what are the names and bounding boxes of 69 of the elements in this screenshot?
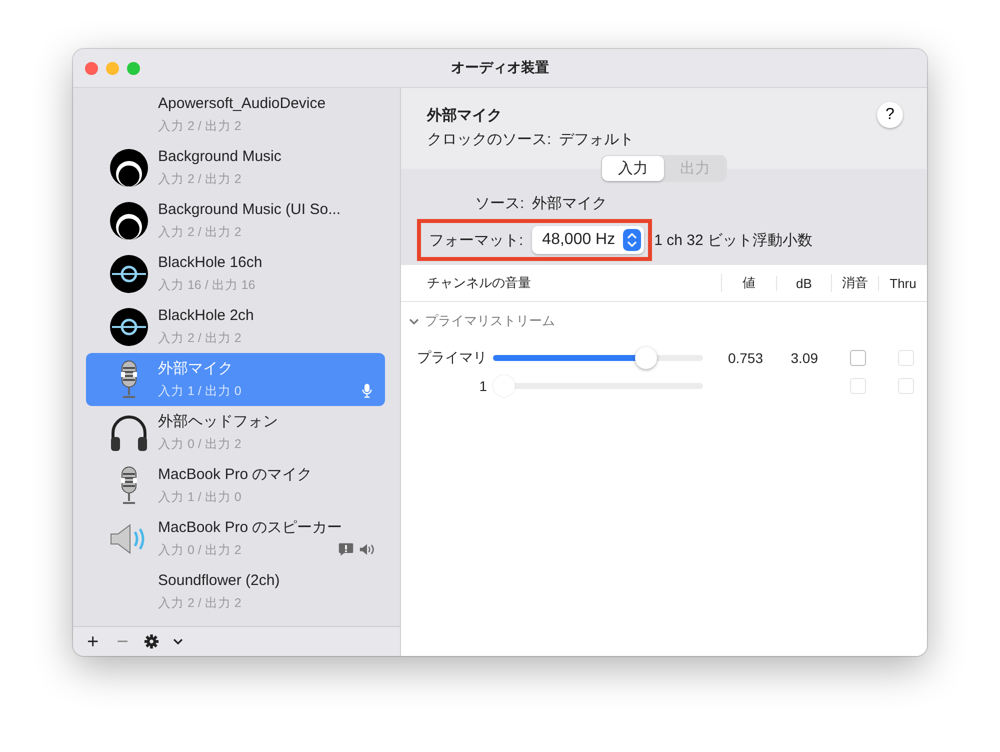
zoom-button[interactable] <box>127 62 140 74</box>
mute-checkbox[interactable] <box>850 350 866 366</box>
channel-db: 3.09 <box>790 350 818 366</box>
device-channels: 入力 1 / 出力 0 <box>158 382 242 400</box>
settings-icon[interactable] <box>144 634 160 649</box>
device-channels: 入力 0 / 出力 2 <box>158 542 242 559</box>
help-button[interactable]: ? <box>877 102 903 128</box>
format-label: フォーマット: <box>429 230 524 250</box>
headphones-icon <box>109 412 149 452</box>
device-item[interactable]: Background Music (UI So... 入力 2 / 出力 2 <box>86 194 385 247</box>
column-header: 消音 <box>831 274 878 292</box>
crescent-circle-icon <box>109 200 149 240</box>
volume-slider[interactable] <box>493 375 703 397</box>
device-channels: 入力 2 / 出力 2 <box>158 224 242 241</box>
device-channels: 入力 0 / 出力 2 <box>158 436 242 453</box>
device-title: 外部マイク <box>427 106 502 124</box>
device-name: MacBook Pro のマイク <box>158 465 314 485</box>
speaker-icon <box>359 542 375 557</box>
stream-label: プライマリストリーム <box>425 312 555 330</box>
device-item[interactable]: 外部ヘッドフォン 入力 0 / 出力 2 <box>86 406 385 459</box>
alert-icon <box>338 542 354 557</box>
ringed-circle-icon <box>109 306 149 346</box>
channel-name: 1 <box>478 378 488 394</box>
channel-name: プライマリ <box>416 349 488 367</box>
source-label: ソース: <box>475 194 524 213</box>
device-name: Apowersoft_AudioDevice <box>158 94 327 114</box>
device-name: BlackHole 16ch <box>158 253 264 273</box>
device-item[interactable]: MacBook Pro のマイク 入力 1 / 出力 0 <box>86 459 385 512</box>
chevron-down-icon[interactable] <box>173 638 184 645</box>
device-name: 外部ヘッドフォン <box>158 412 279 432</box>
channel-value: 0.753 <box>726 350 763 366</box>
device-item[interactable]: Background Music 入力 2 / 出力 2 <box>86 141 385 194</box>
device-channels: 入力 2 / 出力 2 <box>158 118 242 135</box>
clock-source-value[interactable]: デフォルト <box>559 130 634 149</box>
device-name: Background Music <box>158 147 282 167</box>
slider-thumb[interactable] <box>493 375 515 397</box>
column-header: Thru <box>878 276 927 290</box>
device-item[interactable]: Apowersoft_AudioDevice 入力 2 / 出力 2 <box>86 88 385 141</box>
format-popup[interactable]: 48,000 Hz <box>532 226 644 254</box>
crescent-circle-icon <box>109 148 149 188</box>
window-title: オーディオ装置 <box>451 59 549 77</box>
device-item[interactable]: MacBook Pro のスピーカー 入力 0 / 出力 2 <box>86 512 385 565</box>
add-button[interactable]: + <box>85 632 101 652</box>
tab[interactable]: 入力 <box>602 156 664 181</box>
format-detail: 1 ch 32 ビット浮動小数 <box>654 230 812 250</box>
device-item[interactable]: Soundflower (2ch) 入力 2 / 出力 2 <box>86 565 385 618</box>
stepper-icon <box>623 229 642 251</box>
slider-thumb[interactable] <box>634 347 657 369</box>
device-channels: 入力 2 / 出力 2 <box>158 330 242 347</box>
device-name: Background Music (UI So... <box>158 200 342 220</box>
device-item[interactable]: BlackHole 2ch 入力 2 / 出力 2 <box>86 300 385 353</box>
device-channels: 入力 2 / 出力 2 <box>158 594 242 612</box>
close-button[interactable] <box>85 62 98 74</box>
device-channels: 入力 16 / 出力 16 <box>158 276 256 294</box>
device-channels: 入力 1 / 出力 0 <box>158 488 242 506</box>
device-name: BlackHole 2ch <box>158 306 255 326</box>
column-header: 値 <box>721 274 776 292</box>
microphone-icon <box>359 383 375 398</box>
volume-slider[interactable] <box>493 347 703 369</box>
minimize-button[interactable] <box>106 62 119 74</box>
device-name: Soundflower (2ch) <box>158 571 281 591</box>
device-item[interactable]: BlackHole 16ch 入力 16 / 出力 16 <box>86 247 385 300</box>
ringed-circle-icon <box>109 254 149 294</box>
column-header: dB <box>776 276 831 290</box>
clock-source-label: クロックのソース: <box>427 130 552 149</box>
column-header: チャンネルの音量 <box>426 274 532 292</box>
device-channels: 入力 2 / 出力 2 <box>158 170 242 188</box>
source-value: 外部マイク <box>532 194 608 213</box>
device-name: 外部マイク <box>158 359 234 379</box>
